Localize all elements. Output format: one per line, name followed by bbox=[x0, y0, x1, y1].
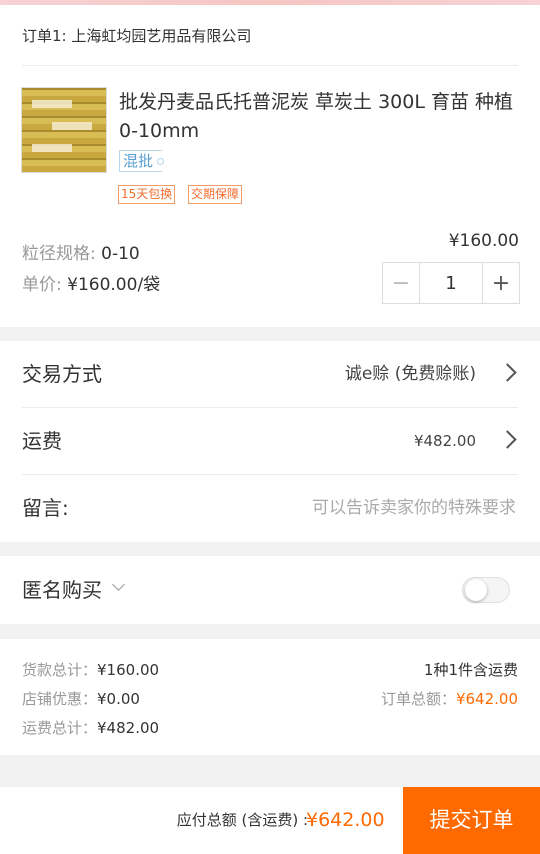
goods-total-value: ¥160.00 bbox=[97, 661, 160, 679]
anonymous-purchase-label[interactable]: 匿名购买 bbox=[22, 556, 102, 624]
goods-total-label: 货款总计： bbox=[22, 661, 98, 679]
anonymous-card: 匿名购买 bbox=[0, 556, 540, 624]
trade-method-label: 交易方式 bbox=[22, 362, 102, 386]
message-label: 留言: bbox=[22, 496, 69, 520]
toggle-knob bbox=[465, 579, 487, 601]
mixed-batch-tag: 混批 bbox=[119, 150, 172, 172]
unit-price-label: 单价: bbox=[22, 275, 62, 295]
submit-order-button[interactable]: 提交订单 bbox=[403, 787, 540, 854]
shipping-label: 运费 bbox=[22, 429, 62, 453]
order-total: 订单总额：¥642.00 bbox=[381, 688, 518, 709]
quantity-input[interactable]: 1 bbox=[419, 263, 483, 303]
shop-discount: 店铺优惠：¥0.00 bbox=[22, 688, 140, 709]
badge-delivery-guarantee: 交期保障 bbox=[188, 185, 243, 204]
mixed-batch-tag-label: 混批 bbox=[123, 152, 154, 170]
message-row: 留言: 可以告诉卖家你的特殊要求 bbox=[0, 475, 540, 541]
chevron-right-icon bbox=[498, 430, 517, 449]
checkout-bar: 应付总额 (含运费) : ¥642.00 提交订单 bbox=[0, 787, 540, 854]
quantity-stepper: − 1 + bbox=[382, 262, 520, 304]
decrease-button[interactable]: − bbox=[383, 263, 419, 303]
order-total-value: ¥642.00 bbox=[455, 690, 518, 708]
shop-discount-label: 店铺优惠： bbox=[22, 690, 98, 708]
freight-total-value: ¥482.00 bbox=[97, 719, 160, 737]
payable-label: 应付总额 (含运费) : bbox=[176, 811, 308, 829]
product-title[interactable]: 批发丹麦品氏托普泥炭 草炭土 300L 育苗 种植 0-10mm bbox=[119, 88, 524, 146]
unit-price-value: ¥160.00/袋 bbox=[67, 275, 161, 295]
seller-name: 订单1: 上海虹均园艺用品有限公司 bbox=[22, 27, 252, 45]
chevron-down-icon[interactable] bbox=[112, 578, 125, 591]
summary-card: 货款总计：¥160.00 店铺优惠：¥0.00 运费总计：¥482.00 1种1… bbox=[0, 639, 540, 755]
spec-value: 0-10 bbox=[101, 244, 140, 264]
shop-discount-value: ¥0.00 bbox=[97, 690, 140, 708]
order-total-label: 订单总额： bbox=[380, 690, 456, 708]
product-thumbnail[interactable] bbox=[21, 87, 107, 173]
spec-label: 粒径规格: bbox=[22, 244, 96, 264]
spec-line: 粒径规格: 0-10 bbox=[22, 239, 140, 264]
freight-total-label: 运费总计： bbox=[22, 719, 98, 737]
options-card: 交易方式 诚e赊 (免费赊账) 运费 ¥482.00 留言: 可以告诉卖家你的特… bbox=[0, 341, 540, 542]
tag-hole-icon bbox=[157, 158, 165, 165]
shipping-row[interactable]: 运费 ¥482.00 bbox=[0, 408, 540, 474]
item-price: ¥160.00 bbox=[448, 231, 519, 251]
unit-price-line: 单价: ¥160.00/袋 bbox=[22, 270, 160, 295]
item-count-text: 1种1件含运费 bbox=[423, 661, 518, 679]
shipping-value: ¥482.00 bbox=[413, 432, 476, 450]
chevron-right-icon bbox=[498, 363, 517, 382]
trade-method-row[interactable]: 交易方式 诚e赊 (免费赊账) bbox=[0, 341, 540, 407]
badge-15-day-exchange: 15天包换 bbox=[118, 185, 176, 204]
message-input[interactable]: 可以告诉卖家你的特殊要求 bbox=[312, 475, 516, 541]
goods-total: 货款总计：¥160.00 bbox=[22, 659, 159, 680]
trade-method-value: 诚e赊 (免费赊账) bbox=[344, 364, 476, 384]
item-count: 1种1件含运费 bbox=[424, 659, 518, 680]
anonymous-toggle[interactable] bbox=[462, 577, 510, 603]
divider bbox=[22, 65, 518, 66]
freight-total: 运费总计：¥482.00 bbox=[22, 717, 159, 738]
increase-button[interactable]: + bbox=[483, 263, 519, 303]
payable-amount: ¥642.00 bbox=[306, 809, 385, 831]
order-card: 订单1: 上海虹均园艺用品有限公司 批发丹麦品氏托普泥炭 草炭土 300L 育苗… bbox=[0, 5, 540, 327]
